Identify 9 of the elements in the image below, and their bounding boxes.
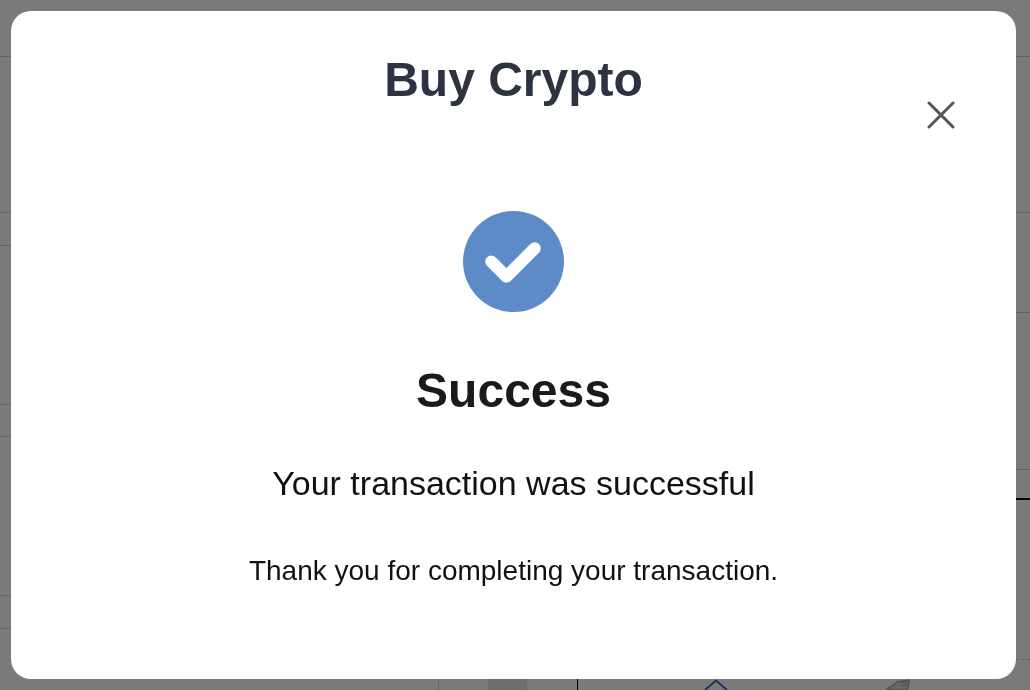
check-circle-icon [463,211,564,312]
close-button[interactable] [927,101,955,129]
tag-icon [885,679,911,690]
status-note: Thank you for completing your transaction. [248,557,779,585]
status-heading: Success [416,367,611,415]
dialog-title: Buy Crypto [384,56,643,104]
status-message: Your transaction was successful [272,466,755,500]
shaded-panel [488,679,527,690]
close-icon [927,101,955,129]
